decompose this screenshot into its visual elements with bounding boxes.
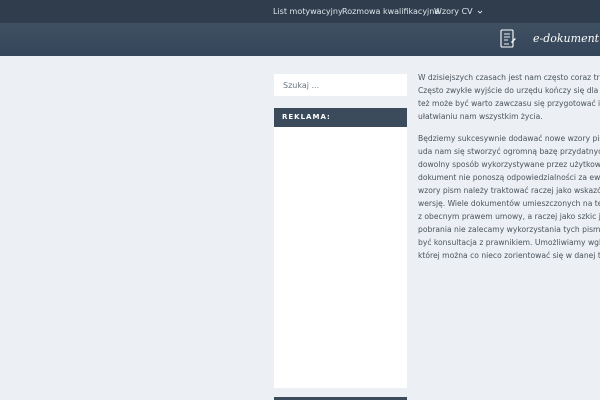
nav-item-list-motywacyjny[interactable]: List motywacyjny xyxy=(273,0,343,23)
site-logo-text[interactable]: e-dokument xyxy=(533,32,599,45)
text-line: wersję. Wiele dokumentów umieszczonych n… xyxy=(418,199,600,208)
text-line: pobrania nie zalecamy wykorzystania tych… xyxy=(418,225,600,234)
text-line: dokument nie ponoszą odpowiedzialności z… xyxy=(418,173,600,182)
site-header: e-dokument xyxy=(0,23,600,56)
text-line: uda nam się stworzyć ogromną bazę przyda… xyxy=(418,147,600,156)
text-line: Często zwykłe wyjście do urzędu kończy s… xyxy=(418,86,600,95)
document-icon[interactable] xyxy=(500,29,516,50)
ad-widget-title: REKLAMA: xyxy=(274,108,407,127)
top-navigation-bar: List motywacyjny Rozmowa kwalifikacyjna … xyxy=(0,0,600,23)
nav-item-wzory-cv-label: Wzory CV xyxy=(434,7,473,16)
search-input[interactable] xyxy=(274,74,407,96)
text-line: być konsultacja z prawnikiem. Umożliwiam… xyxy=(418,238,600,247)
nav-item-wzory-cv[interactable]: Wzory CV xyxy=(434,0,483,23)
main-content: W dzisiejszych czasach jest nam często c… xyxy=(418,71,600,400)
text-line: Będziemy sukcesywnie dodawać nowe wzory … xyxy=(418,134,600,143)
chevron-down-icon xyxy=(477,10,483,14)
text-line: której można co nieco zorientować się w … xyxy=(418,251,600,260)
text-line: W dzisiejszych czasach jest nam często c… xyxy=(418,73,600,82)
ad-widget-body xyxy=(274,127,407,388)
info-paragraph: Będziemy sukcesywnie dodawać nowe wzory … xyxy=(418,132,600,262)
text-line: wzory pism należy traktować raczej jako … xyxy=(418,186,600,195)
intro-paragraph: W dzisiejszych czasach jest nam często c… xyxy=(418,71,600,123)
text-line: też może być warto zawczasu się przygoto… xyxy=(418,99,600,108)
nav-item-rozmowa-kwalifikacyjna[interactable]: Rozmowa kwalifikacyjna xyxy=(342,0,439,23)
text-line: dowolny sposób wykorzystywane przez użyt… xyxy=(418,160,600,169)
text-line: z obecnym prawem umowy, a raczej jako sz… xyxy=(418,212,600,221)
text-line: ułatwianiu nam wszystkim życia. xyxy=(418,112,543,121)
